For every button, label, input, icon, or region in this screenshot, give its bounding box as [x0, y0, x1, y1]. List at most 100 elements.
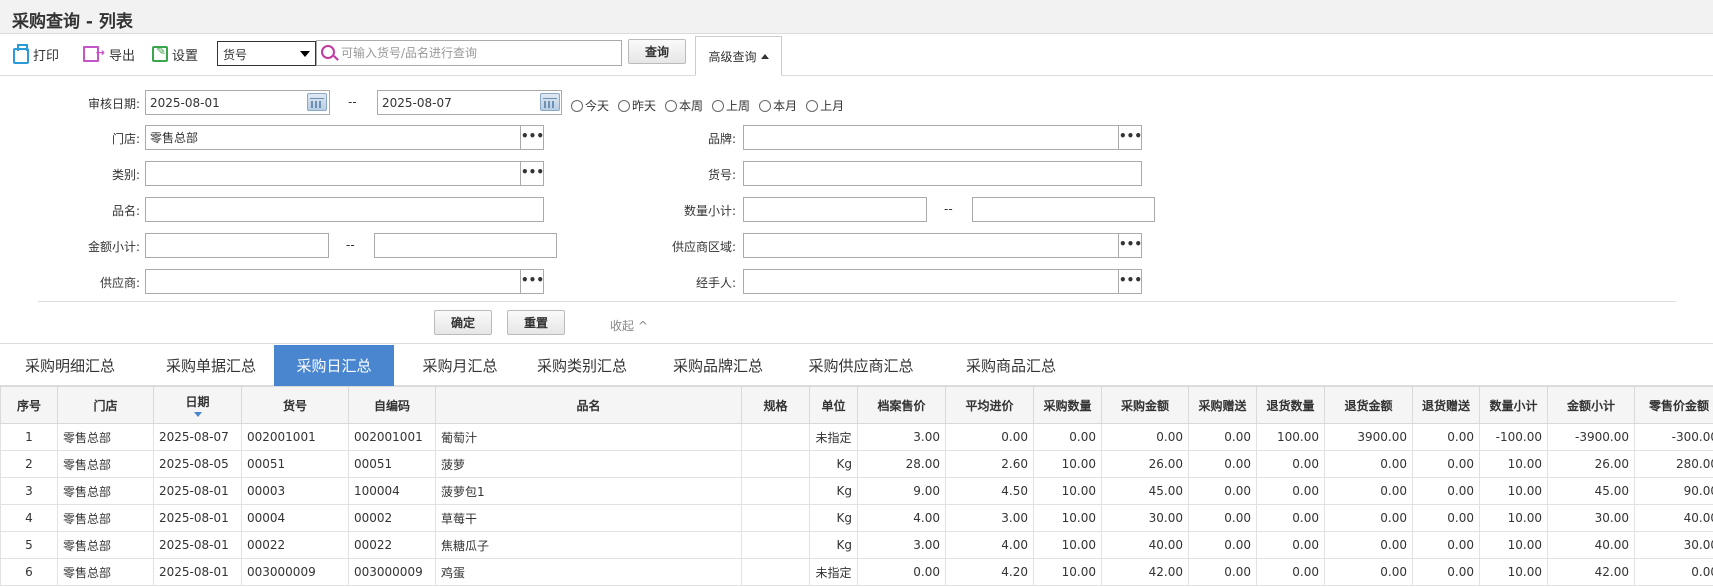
- table-cell: 0.00: [1188, 558, 1257, 586]
- search-input[interactable]: [341, 44, 617, 62]
- column-header[interactable]: 规格: [741, 386, 810, 424]
- search-icon: [321, 45, 335, 59]
- tab-document-summary[interactable]: 采购单据汇总: [148, 345, 274, 386]
- column-header[interactable]: 序号: [0, 386, 58, 424]
- brand-more-button[interactable]: •••: [1118, 125, 1142, 150]
- column-header[interactable]: 单位: [809, 386, 858, 424]
- radio-yesterday[interactable]: 昨天: [618, 97, 656, 114]
- table-cell: 0.00: [1033, 423, 1102, 451]
- settings-button[interactable]: 设置: [152, 44, 198, 64]
- store-input[interactable]: [145, 125, 521, 150]
- table-cell: 零售总部: [57, 531, 154, 559]
- handler-more-button[interactable]: •••: [1118, 269, 1142, 294]
- supplier-more-button[interactable]: •••: [520, 269, 544, 294]
- store-label: 门店:: [111, 132, 140, 146]
- settings-icon: [152, 44, 168, 62]
- table-cell: 0.00: [1188, 423, 1257, 451]
- query-button[interactable]: 查询: [628, 39, 686, 64]
- table-cell: 42.00: [1101, 558, 1189, 586]
- column-header[interactable]: 平均进价: [945, 386, 1034, 424]
- advanced-query-toggle[interactable]: 高级查询: [695, 36, 782, 76]
- amount-sum-from-input[interactable]: [145, 233, 329, 258]
- column-header[interactable]: 金额小计: [1547, 386, 1635, 424]
- date-to-input[interactable]: [377, 90, 562, 115]
- column-header[interactable]: 采购金额: [1101, 386, 1189, 424]
- name-input[interactable]: [145, 197, 544, 222]
- table-row[interactable]: 3 零售总部 2025-08-01 00003 100004 菠萝包1 Kg 9.00 4.50…: [0, 477, 1713, 505]
- column-header[interactable]: 退货数量: [1256, 386, 1325, 424]
- amount-sum-to-input[interactable]: [374, 233, 557, 258]
- export-icon: [83, 46, 105, 62]
- supplier-input[interactable]: [145, 269, 521, 294]
- qty-sum-to-input[interactable]: [972, 197, 1155, 222]
- search-field-select[interactable]: 货号: [217, 41, 316, 66]
- reset-button[interactable]: 重置: [507, 310, 565, 335]
- table-row[interactable]: 4 零售总部 2025-08-01 00004 00002 草莓干 Kg 4.00 3.00 10…: [0, 504, 1713, 532]
- column-header[interactable]: 退货赠送: [1412, 386, 1480, 424]
- tab-category-summary[interactable]: 采购类别汇总: [528, 345, 636, 386]
- column-header[interactable]: 档案售价: [857, 386, 946, 424]
- calendar-icon[interactable]: [307, 93, 327, 111]
- column-header-label: 货号: [282, 398, 307, 413]
- tab-monthly-summary[interactable]: 采购月汇总: [406, 345, 514, 386]
- table-row[interactable]: 5 零售总部 2025-08-01 00022 00022 焦糖瓜子 Kg 3.00 4.00 1…: [0, 531, 1713, 559]
- export-label: 导出: [109, 48, 136, 64]
- brand-input[interactable]: [743, 125, 1119, 150]
- tab-detail-summary[interactable]: 采购明细汇总: [12, 345, 128, 386]
- supplier-region-input[interactable]: [743, 233, 1119, 258]
- column-header[interactable]: 日期: [153, 386, 242, 424]
- column-header[interactable]: 数量小计: [1479, 386, 1548, 424]
- page-title: 采购查询 - 列表: [12, 12, 133, 32]
- item-no-input[interactable]: [743, 161, 1142, 186]
- tab-brand-summary[interactable]: 采购品牌汇总: [664, 345, 772, 386]
- tab-product-summary[interactable]: 采购商品汇总: [950, 345, 1072, 386]
- radio-this-week[interactable]: 本周: [665, 97, 703, 114]
- table-cell: 10.00: [1479, 450, 1548, 478]
- column-header[interactable]: 采购赠送: [1188, 386, 1257, 424]
- tab-daily-summary[interactable]: 采购日汇总: [274, 345, 394, 386]
- column-header-label: 自编码: [373, 398, 410, 413]
- column-header[interactable]: 退货金额: [1324, 386, 1413, 424]
- settings-label: 设置: [172, 48, 199, 64]
- calendar-icon[interactable]: [540, 93, 560, 111]
- print-button[interactable]: 打印: [13, 43, 60, 64]
- category-input[interactable]: [145, 161, 521, 186]
- column-header-label: 零售价金额: [1648, 398, 1709, 413]
- column-header-label: 金额小计: [1566, 398, 1615, 413]
- store-more-button[interactable]: •••: [520, 125, 544, 150]
- confirm-button[interactable]: 确定: [434, 310, 492, 335]
- handler-input[interactable]: [743, 269, 1119, 294]
- export-button[interactable]: 导出: [83, 44, 135, 64]
- supplier-region-more-button[interactable]: •••: [1118, 233, 1142, 258]
- column-header[interactable]: 货号: [241, 386, 349, 424]
- collapse-link[interactable]: 收起 ^: [610, 317, 648, 334]
- table-cell: 2.60: [945, 450, 1034, 478]
- radio-last-week[interactable]: 上周: [712, 97, 750, 114]
- table-cell: 0.00: [1256, 450, 1325, 478]
- table-row[interactable]: 2 零售总部 2025-08-05 00051 00051 菠萝 Kg 28.00 2.60 10…: [0, 450, 1713, 478]
- search-box: [316, 40, 622, 66]
- table-row[interactable]: 1 零售总部 2025-08-07 002001001 002001001 葡萄汁 未指定 3…: [0, 423, 1713, 451]
- radio-this-month[interactable]: 本月: [759, 97, 797, 114]
- tab-supplier-summary[interactable]: 采购供应商汇总: [800, 345, 922, 386]
- date-from-input[interactable]: [145, 90, 330, 115]
- column-header-label: 退货数量: [1266, 398, 1315, 413]
- column-header[interactable]: 品名: [435, 386, 742, 424]
- table-cell: 10.00: [1033, 504, 1102, 532]
- date-range-separator: --: [348, 95, 357, 109]
- table-cell: 00022: [348, 531, 436, 559]
- table-cell: 42.00: [1547, 558, 1635, 586]
- qty-sum-from-input[interactable]: [743, 197, 927, 222]
- radio-today[interactable]: 今天: [571, 97, 609, 114]
- table-row[interactable]: 6 零售总部 2025-08-01 003000009 003000009 鸡蛋 未指定 0.…: [0, 558, 1713, 586]
- table-cell: 40.00: [1101, 531, 1189, 559]
- sort-desc-icon: [193, 412, 202, 417]
- column-header[interactable]: 门店: [57, 386, 154, 424]
- column-header[interactable]: 零售价金额: [1634, 386, 1713, 424]
- radio-last-month[interactable]: 上月: [806, 97, 844, 114]
- print-label: 打印: [33, 48, 60, 64]
- column-header[interactable]: 采购数量: [1033, 386, 1102, 424]
- table-cell: [741, 558, 810, 586]
- column-header[interactable]: 自编码: [348, 386, 436, 424]
- category-more-button[interactable]: •••: [520, 161, 544, 186]
